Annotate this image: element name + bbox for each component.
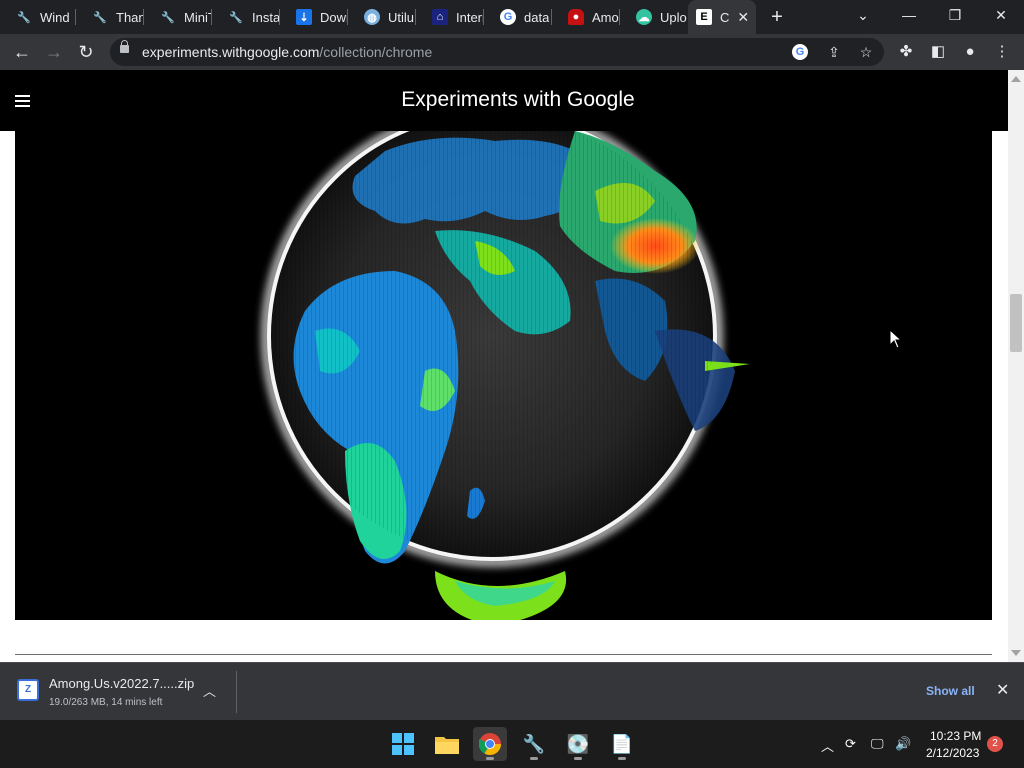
tab-label: Uplo	[660, 9, 687, 25]
globe-graphic	[15, 131, 992, 620]
google-icon: G	[500, 9, 516, 25]
download-status: 19.0/263 MB, 14 mins left	[49, 697, 163, 708]
tab-search-chevron-icon[interactable]: ⌄	[840, 0, 886, 30]
tab-label: Wind	[40, 9, 70, 25]
wrench-icon: 🔧	[229, 11, 243, 24]
reload-button[interactable]: ↻	[72, 38, 100, 66]
installer-app-button[interactable]: 💽	[561, 727, 595, 761]
wrench-icon: 🔧	[17, 11, 31, 24]
tab-wind[interactable]: 🔧 Wind	[0, 6, 76, 28]
notification-badge[interactable]: 2	[987, 736, 1003, 752]
chevron-up-icon[interactable]: ︿	[203, 681, 216, 700]
side-panel-icon[interactable]: ◧	[928, 42, 948, 62]
scroll-down-arrow-icon[interactable]	[1011, 650, 1021, 656]
sync-icon[interactable]: ⟳	[845, 736, 856, 752]
back-button[interactable]: ←	[8, 38, 36, 66]
lock-icon[interactable]	[120, 40, 129, 53]
download-bar: Z Among.Us.v2022.7.....zip 19.0/263 MB, …	[0, 662, 1024, 720]
volume-icon[interactable]: 🔊	[895, 736, 911, 752]
tab-label: Dowr	[320, 9, 348, 25]
internet-archive-icon: ⌂	[432, 9, 448, 25]
site-header: Experiments with Google	[0, 70, 1008, 131]
tab-dowr[interactable]: ⇣ Dowr	[280, 6, 348, 28]
tab-than[interactable]: 🔧 Than	[76, 6, 144, 28]
among-us-icon: ●	[568, 9, 584, 25]
show-all-downloads-button[interactable]: Show all	[926, 684, 975, 698]
close-window-button[interactable]: ✕	[978, 0, 1024, 30]
tab-label: Intern	[456, 9, 484, 25]
menu-kebab-icon[interactable]: ⋮	[992, 42, 1012, 62]
share-icon[interactable]: ⇪	[824, 42, 844, 62]
tab-experiments-active[interactable]: E C ✕	[688, 0, 756, 34]
close-tab-icon[interactable]: ✕	[737, 9, 749, 26]
wrench-icon: 🔧	[93, 11, 107, 24]
tab-amor[interactable]: ● Amor	[552, 6, 620, 28]
tab-intern[interactable]: ⌂ Intern	[416, 6, 484, 28]
web-page: Experiments with Google	[0, 70, 1008, 662]
experiments-icon: E	[696, 9, 712, 25]
tab-label: MiniT	[184, 9, 212, 25]
site-title[interactable]: Experiments with Google	[0, 88, 1008, 112]
document-app-button[interactable]: 📄	[605, 727, 639, 761]
tab-uplo[interactable]: ☁ Uplo	[620, 6, 688, 28]
show-hidden-icons-chevron-icon[interactable]: ︿	[821, 736, 834, 755]
wrench-icon: 🔧	[161, 11, 175, 24]
globe-icon: ◍	[364, 9, 380, 25]
download-filename[interactable]: Among.Us.v2022.7.....zip	[49, 676, 194, 691]
new-tab-button[interactable]: +	[766, 6, 788, 28]
globe-visualization-image[interactable]	[15, 131, 992, 620]
forward-button[interactable]: →	[40, 38, 68, 66]
tab-utilu[interactable]: ◍ Utilu	[348, 6, 416, 28]
restore-button[interactable]: ❐	[932, 0, 978, 30]
chrome-taskbar-button[interactable]	[473, 727, 507, 761]
address-bar[interactable]: experiments.withgoogle.com/collection/ch…	[110, 38, 884, 66]
network-icon[interactable]: 🖵	[871, 736, 884, 752]
close-download-bar-icon[interactable]: ✕	[996, 680, 1009, 700]
tab-label: data	[524, 9, 550, 25]
tab-label: Than	[116, 9, 144, 25]
zip-file-icon[interactable]: Z	[17, 679, 39, 701]
wrench-icon: 🔧	[522, 733, 546, 754]
section-divider	[15, 654, 992, 655]
google-lens-icon[interactable]: G	[792, 44, 808, 60]
document-icon: 📄	[610, 733, 634, 754]
tab-strip: 🔧 Wind 🔧 Than 🔧 MiniT 🔧 Instal ⇣ Dowr ◍ …	[0, 0, 1024, 34]
scrollbar-thumb[interactable]	[1010, 294, 1022, 352]
browser-toolbar: ← → ↻ experiments.withgoogle.com/collect…	[0, 34, 1024, 70]
clock-date[interactable]: 2/12/2023	[926, 746, 979, 760]
mouse-cursor-icon	[889, 329, 903, 349]
tab-label: C	[720, 9, 730, 25]
file-explorer-button[interactable]	[430, 727, 464, 761]
scroll-up-arrow-icon[interactable]	[1011, 76, 1021, 82]
windows-logo-icon	[392, 733, 414, 755]
profile-icon[interactable]: ●	[960, 42, 980, 62]
url-text[interactable]: experiments.withgoogle.com/collection/ch…	[142, 44, 432, 60]
chrome-icon	[479, 733, 501, 755]
tab-instal[interactable]: 🔧 Instal	[212, 6, 280, 28]
page-scrollbar[interactable]	[1008, 70, 1024, 662]
tab-minit[interactable]: 🔧 MiniT	[144, 6, 212, 28]
tab-label: Instal	[252, 9, 280, 25]
minimize-button[interactable]: —	[886, 0, 932, 30]
bookmark-star-icon[interactable]: ☆	[856, 42, 876, 62]
clock-time[interactable]: 10:23 PM	[930, 729, 981, 743]
start-button[interactable]	[386, 727, 420, 761]
cloud-upload-icon: ☁	[636, 9, 652, 25]
tab-data[interactable]: G data	[484, 6, 552, 28]
download-site-icon: ⇣	[296, 9, 312, 25]
tab-label: Amor	[592, 9, 620, 25]
tool-app-button[interactable]: 🔧	[517, 727, 551, 761]
tab-label: Utilu	[388, 9, 415, 25]
extensions-icon[interactable]: ✤	[896, 42, 916, 62]
windows-taskbar: 🔧 💽 📄 ︿ ⟳ 🖵 🔊 10:23 PM 2/12/2023 2	[0, 720, 1024, 768]
installer-icon: 💽	[566, 733, 590, 754]
folder-icon	[435, 737, 459, 754]
